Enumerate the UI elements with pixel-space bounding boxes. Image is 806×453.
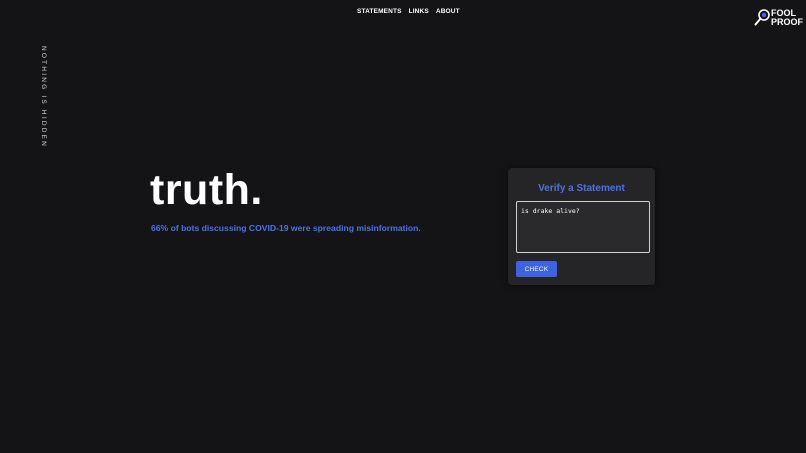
foolproof-logo[interactable]: FOOL PROOF <box>754 6 803 30</box>
verify-card: Verify a Statement is drake alive? CHECK <box>508 168 655 285</box>
logo-line-2: PROOF <box>771 17 804 27</box>
nav-about-link[interactable]: ABOUT <box>436 8 460 15</box>
check-button[interactable]: CHECK <box>516 261 557 277</box>
page: STATEMENTS LINKS ABOUT FOOL PROOF NOTHIN… <box>0 0 806 453</box>
statement-input[interactable]: is drake alive? <box>516 201 650 253</box>
nav-links-link[interactable]: LINKS <box>409 8 429 15</box>
magnifier-icon <box>754 8 770 28</box>
top-nav: STATEMENTS LINKS ABOUT <box>357 8 460 15</box>
verify-title: Verify a Statement <box>538 183 625 194</box>
nav-statements-link[interactable]: STATEMENTS <box>357 8 402 15</box>
side-tagline: NOTHING IS HIDDEN <box>40 46 47 149</box>
logo-wordmark: FOOL PROOF <box>771 9 803 27</box>
hero-title: truth. <box>150 166 263 214</box>
hero-fact: 66% of bots discussing COVID-19 were spr… <box>151 223 421 233</box>
